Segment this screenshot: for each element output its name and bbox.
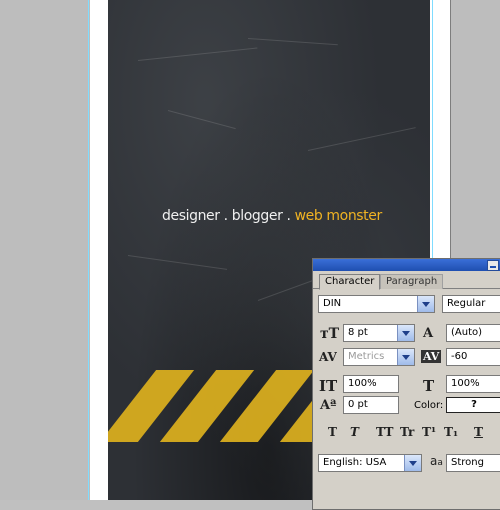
font-size-field[interactable]: 8 pt — [343, 324, 415, 342]
antialias-icon: aa — [430, 454, 443, 468]
language-select[interactable]: English: USA — [318, 454, 422, 472]
underline-button[interactable]: T — [474, 425, 483, 439]
chevron-down-icon[interactable] — [404, 455, 421, 471]
tab-character[interactable]: Character — [319, 274, 381, 290]
tracking-icon: AV — [421, 350, 442, 363]
baseline-shift-field[interactable]: 0 pt — [343, 396, 399, 414]
font-style-select[interactable]: Regular — [442, 295, 500, 313]
guide-line-left — [88, 0, 89, 500]
color-swatch[interactable]: ? — [446, 397, 500, 413]
panel-titlebar[interactable] — [313, 259, 500, 271]
small-caps-button[interactable]: Tr — [400, 425, 414, 439]
baseline-shift-value: 0 pt — [348, 399, 368, 410]
chevron-down-icon[interactable] — [397, 349, 414, 365]
font-style-value: Regular — [447, 298, 486, 309]
all-caps-button[interactable]: TT — [376, 425, 393, 439]
antialias-icon-a-small: a — [437, 458, 443, 468]
tracking-value: -60 — [451, 351, 468, 362]
vertical-scale-icon: IT — [319, 377, 338, 395]
font-family-value: DIN — [323, 298, 342, 309]
chevron-down-icon[interactable] — [417, 296, 434, 312]
superscript-button[interactable]: T¹ — [422, 425, 436, 439]
kerning-select[interactable]: Metrics — [343, 348, 415, 366]
horizontal-scale-icon: T — [423, 377, 435, 395]
chevron-down-icon[interactable] — [397, 325, 414, 341]
page-margin-left — [90, 0, 108, 500]
vertical-scale-field[interactable]: 100% — [343, 375, 399, 393]
font-size-icon: ᴛT — [320, 326, 340, 342]
kerning-value: Metrics — [348, 351, 385, 362]
horizontal-scale-value: 100% — [451, 378, 480, 389]
tagline-accent: web monster — [294, 208, 383, 224]
antialias-value: Strong — [451, 457, 484, 468]
vertical-scale-value: 100% — [348, 378, 377, 389]
tracking-field[interactable]: -60 — [446, 348, 500, 366]
faux-bold-button[interactable]: T — [328, 425, 337, 439]
horizontal-scale-field[interactable]: 100% — [446, 375, 500, 393]
baseline-shift-icon: Aª — [320, 398, 337, 413]
hazard-stripes — [108, 370, 318, 442]
language-value: English: USA — [323, 457, 387, 468]
tagline-text: designer . blogger . web monster — [162, 208, 382, 224]
subscript-button[interactable]: T₁ — [444, 425, 458, 439]
font-family-select[interactable]: DIN — [318, 295, 435, 313]
font-size-value: 8 pt — [348, 327, 368, 338]
tab-paragraph[interactable]: Paragraph — [380, 274, 444, 289]
leading-icon: A — [423, 326, 434, 341]
tagline-main: designer . blogger . — [162, 208, 295, 224]
leading-value: (Auto) — [451, 327, 483, 338]
kerning-icon: AV — [319, 350, 337, 364]
minimize-icon[interactable] — [487, 260, 499, 271]
color-label: Color: — [414, 400, 444, 411]
leading-field[interactable]: (Auto) — [446, 324, 500, 342]
faux-italic-button[interactable]: T — [350, 425, 359, 439]
panel-tabs: Character Paragraph — [313, 272, 500, 290]
antialias-select[interactable]: Strong — [446, 454, 500, 472]
